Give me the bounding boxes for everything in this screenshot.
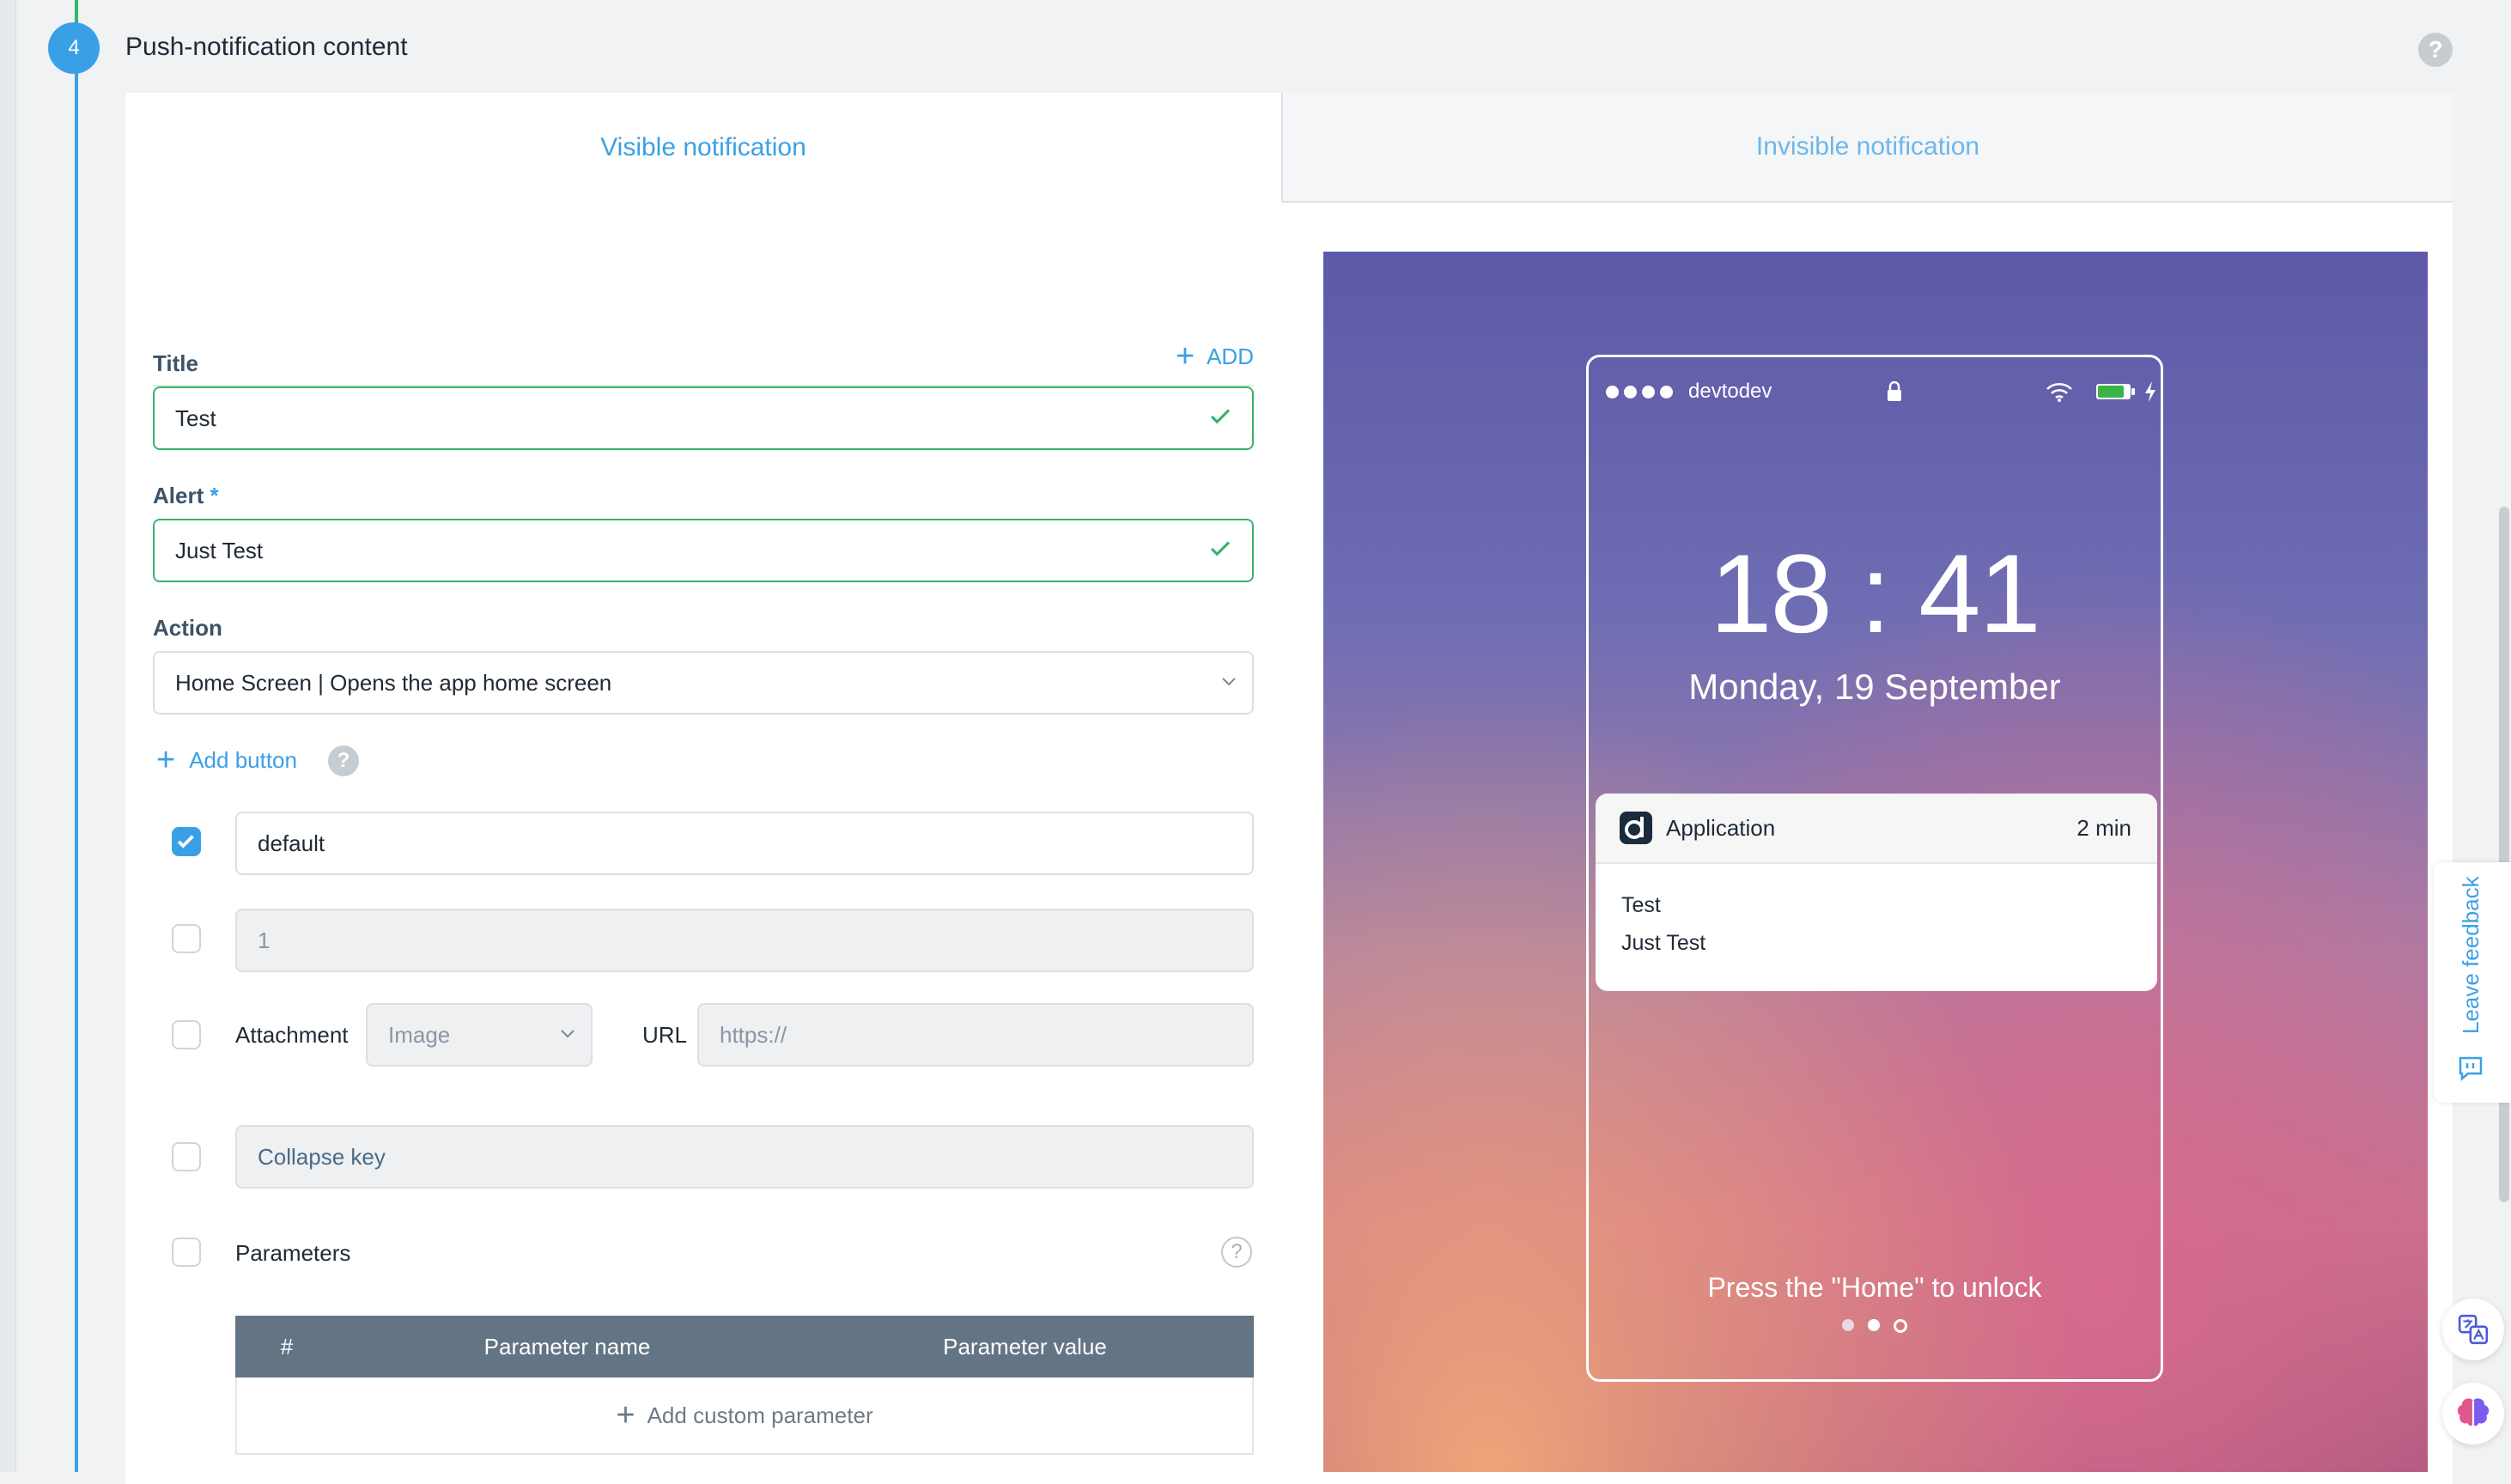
parameters-label: Parameters — [235, 1240, 351, 1266]
step-progress-line — [75, 0, 78, 1472]
ai-assistant-button[interactable] — [2442, 1383, 2504, 1444]
phone-status-bar: devtodev — [1606, 374, 2155, 409]
title-label: Title — [153, 350, 198, 376]
leave-feedback-tab[interactable]: Leave feedback — [2434, 862, 2511, 1103]
action-select-value: Home Screen | Opens the app home screen — [175, 669, 612, 696]
unlock-hint: Press the "Home" to unlock — [1707, 1272, 2042, 1303]
notification-app-name: Application — [1666, 814, 1776, 841]
notification-title: Test — [1621, 893, 1661, 917]
attachment-url-placeholder: https:// — [720, 1021, 787, 1048]
parameters-help-icon[interactable]: ? — [1221, 1237, 1252, 1268]
section-help-icon[interactable]: ? — [2418, 33, 2453, 67]
attachment-type-value: Image — [388, 1021, 451, 1048]
column-header-value: Parameter value — [943, 1333, 1107, 1359]
lock-icon — [1888, 381, 1901, 401]
action-select[interactable]: Home Screen | Opens the app home screen — [153, 651, 1254, 715]
language-add-row: + ADD — [153, 325, 1254, 386]
collapse-key-placeholder: Collapse key — [258, 1143, 386, 1170]
add-button-link[interactable]: + Add button — [156, 744, 297, 776]
lockscreen-time: 18 : 41 — [1710, 531, 2041, 656]
lockscreen-date: Monday, 19 September — [1688, 666, 2061, 707]
check-icon — [1210, 409, 1231, 424]
devtodev-logo-icon — [1625, 817, 1644, 839]
alert-label-text: Alert — [153, 483, 204, 508]
alert-input[interactable]: Just Test — [153, 519, 1254, 582]
collapse-key-checkbox[interactable] — [172, 1142, 201, 1171]
add-custom-parameter-label: Add custom parameter — [647, 1402, 873, 1428]
camera-page-dot — [1894, 1319, 1907, 1333]
notification-body: Test Just Test — [1596, 864, 2157, 984]
attachment-checkbox[interactable] — [172, 1020, 201, 1049]
translate-button[interactable] — [2442, 1298, 2504, 1360]
action-label: Action — [153, 615, 222, 641]
section-title: Push-notification content — [125, 33, 408, 61]
sound-checkbox[interactable] — [172, 827, 201, 856]
add-language-button[interactable]: + ADD — [1176, 340, 1254, 373]
check-icon — [1210, 541, 1231, 556]
tab-visible-notification[interactable]: Visible notification — [125, 93, 1281, 203]
step-number-badge: 4 — [48, 22, 100, 74]
sound-input[interactable]: default — [235, 812, 1254, 875]
add-label: ADD — [1207, 343, 1254, 369]
parameters-table-header: # Parameter name Parameter value — [235, 1316, 1254, 1378]
chevron-down-icon — [561, 1030, 575, 1038]
translate-icon — [2458, 1314, 2489, 1345]
badge-checkbox[interactable] — [172, 924, 201, 953]
page-indicator — [1589, 1319, 2161, 1333]
checkmark-icon — [177, 835, 194, 848]
url-label: URL — [642, 1022, 688, 1048]
tab-invisible-notification[interactable]: Invisible notification — [1281, 93, 2453, 203]
column-header-index: # — [280, 1333, 294, 1359]
app-icon — [1620, 812, 1652, 844]
charging-bolt-icon — [2145, 381, 2155, 402]
carrier-name: devtodev — [1688, 380, 1772, 403]
notification-time-ago: 2 min — [2076, 814, 2131, 841]
left-rail — [0, 0, 16, 1472]
add-button-help-icon[interactable]: ? — [328, 745, 359, 776]
plus-icon: + — [1175, 338, 1195, 374]
phone-frame: devtodev 18 : 41 Monday, 19 September Ap… — [1586, 355, 2163, 1382]
column-header-name: Parameter name — [483, 1333, 651, 1359]
alert-input-value: Just Test — [175, 537, 264, 563]
required-asterisk: * — [210, 483, 219, 508]
feedback-icon — [2459, 1056, 2483, 1081]
title-input-value: Test — [175, 404, 216, 431]
sound-input-value: default — [258, 830, 325, 856]
signal-dots-icon — [1606, 385, 1673, 398]
badge-input-value: 1 — [258, 927, 271, 953]
wifi-icon — [2046, 383, 2072, 402]
badge-input[interactable]: 1 — [235, 909, 1254, 972]
battery-icon — [2096, 384, 2135, 399]
attachment-type-select[interactable]: Image — [366, 1003, 593, 1067]
notification-text: Just Test — [1621, 931, 1706, 955]
brain-icon — [2457, 1398, 2490, 1432]
page-dot — [1842, 1319, 1854, 1331]
plus-icon: + — [616, 1397, 635, 1433]
notification-header: Application 2 min — [1596, 794, 2157, 864]
plus-icon: + — [156, 742, 176, 778]
add-custom-parameter-button[interactable]: + Add custom parameter — [235, 1378, 1254, 1455]
page-dot-current — [1868, 1319, 1880, 1331]
notification-card: Application 2 min Test Just Test — [1596, 794, 2157, 991]
leave-feedback-label: Leave feedback — [2458, 876, 2484, 1034]
parameters-table: # Parameter name Parameter value + Add c… — [235, 1316, 1254, 1455]
chevron-down-icon — [1222, 678, 1236, 686]
alert-label: Alert * — [153, 483, 219, 509]
attachment-label: Attachment — [235, 1022, 349, 1048]
title-input[interactable]: Test — [153, 386, 1254, 450]
attachment-url-input[interactable]: https:// — [697, 1003, 1254, 1067]
add-button-label: Add button — [189, 746, 297, 773]
parameters-checkbox[interactable] — [172, 1238, 201, 1267]
collapse-key-input[interactable]: Collapse key — [235, 1125, 1254, 1189]
